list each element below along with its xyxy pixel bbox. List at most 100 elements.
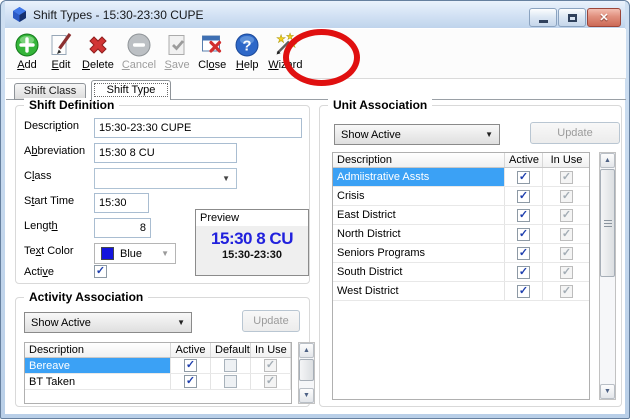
- maximize-button[interactable]: [558, 8, 586, 27]
- table-row[interactable]: North District ✓ ✓: [333, 225, 589, 244]
- edit-label: Edit: [52, 59, 71, 71]
- column-header[interactable]: Description: [25, 343, 171, 357]
- table-row[interactable]: BT Taken ✓ ✓: [25, 374, 291, 390]
- active-label: Active: [24, 266, 54, 278]
- close-button[interactable]: ✕: [587, 8, 621, 27]
- text-color-select[interactable]: Blue ▼: [94, 243, 176, 264]
- checkbox-cell: ✓: [505, 225, 543, 243]
- delete-button[interactable]: Delete: [79, 32, 117, 76]
- active-checkbox[interactable]: ✓: [517, 285, 530, 298]
- active-checkbox[interactable]: ✓: [517, 247, 530, 260]
- scroll-up-icon[interactable]: ▲: [600, 153, 615, 168]
- activity-scrollbar[interactable]: ▲ ▼: [298, 342, 315, 404]
- column-header[interactable]: In Use: [251, 343, 291, 357]
- tab-shift-type[interactable]: Shift Type: [91, 80, 171, 100]
- scrollbar-thumb[interactable]: [600, 169, 615, 277]
- unit-scrollbar[interactable]: ▲ ▼: [599, 152, 616, 400]
- unit-association-title: Unit Association: [328, 98, 432, 112]
- checkbox-cell: [211, 358, 251, 373]
- in-use-checkbox[interactable]: ✓: [560, 171, 573, 184]
- row-description[interactable]: Crisis: [333, 187, 505, 205]
- in-use-checkbox[interactable]: ✓: [560, 285, 573, 298]
- row-description[interactable]: South District: [333, 263, 505, 281]
- unit-table: DescriptionActiveIn UseAdmiistrative Ass…: [332, 152, 590, 400]
- active-checkbox[interactable]: ✓: [94, 265, 107, 278]
- checkbox-cell: ✓: [505, 187, 543, 205]
- active-checkbox[interactable]: ✓: [517, 266, 530, 279]
- save-button[interactable]: Save: [161, 32, 193, 76]
- table-row[interactable]: Admiistrative Assts ✓ ✓: [333, 168, 589, 187]
- in-use-checkbox[interactable]: ✓: [560, 266, 573, 279]
- abbreviation-input[interactable]: [94, 143, 237, 163]
- in-use-checkbox[interactable]: ✓: [560, 209, 573, 222]
- in-use-checkbox[interactable]: ✓: [560, 228, 573, 241]
- minimize-button[interactable]: [529, 8, 557, 27]
- row-description[interactable]: Admiistrative Assts: [333, 168, 505, 186]
- preview-label: Preview: [196, 210, 308, 226]
- save-icon: [164, 32, 190, 58]
- row-description[interactable]: BT Taken: [25, 374, 171, 389]
- unit-filter-select[interactable]: Show Active ▼: [334, 124, 500, 145]
- color-swatch: [101, 247, 114, 260]
- active-checkbox[interactable]: ✓: [517, 209, 530, 222]
- add-button[interactable]: Add: [11, 32, 43, 76]
- help-label: Help: [236, 59, 259, 71]
- titlebar[interactable]: Shift Types - 15:30-23:30 CUPE ✕: [5, 1, 625, 28]
- edit-button[interactable]: Edit: [45, 32, 77, 76]
- scroll-down-icon[interactable]: ▼: [600, 384, 615, 399]
- maximize-icon: [568, 14, 577, 22]
- add-label: Add: [17, 59, 37, 71]
- row-description[interactable]: West District: [333, 282, 505, 300]
- row-description[interactable]: North District: [333, 225, 505, 243]
- column-header[interactable]: In Use: [543, 153, 590, 167]
- table-row[interactable]: East District ✓ ✓: [333, 206, 589, 225]
- class-select[interactable]: ▼: [94, 168, 237, 189]
- scroll-up-icon[interactable]: ▲: [299, 343, 314, 358]
- table-row[interactable]: Crisis ✓ ✓: [333, 187, 589, 206]
- checkbox-cell: ✓: [505, 168, 543, 186]
- default-checkbox[interactable]: [224, 375, 237, 388]
- row-description[interactable]: Seniors Programs: [333, 244, 505, 262]
- scrollbar-thumb[interactable]: [299, 359, 314, 381]
- checkbox-cell: ✓: [543, 244, 590, 262]
- active-checkbox[interactable]: ✓: [184, 359, 197, 372]
- table-row[interactable]: Seniors Programs ✓ ✓: [333, 244, 589, 263]
- activity-association-group: Activity Association Show Active ▼ Updat…: [15, 297, 310, 407]
- column-header[interactable]: Active: [505, 153, 543, 167]
- table-row[interactable]: West District ✓ ✓: [333, 282, 589, 301]
- checkbox-cell: [211, 374, 251, 389]
- activity-filter-select[interactable]: Show Active ▼: [24, 312, 192, 333]
- column-header[interactable]: Active: [171, 343, 211, 357]
- row-description[interactable]: East District: [333, 206, 505, 224]
- cancel-button[interactable]: Cancel: [119, 32, 159, 76]
- activity-update-button[interactable]: Update: [242, 310, 300, 332]
- length-input[interactable]: [94, 218, 151, 238]
- in-use-checkbox[interactable]: ✓: [264, 375, 277, 388]
- checkbox-cell: ✓: [171, 358, 211, 373]
- edit-icon: [48, 32, 74, 58]
- scroll-down-icon[interactable]: ▼: [299, 388, 314, 403]
- row-description[interactable]: Bereave: [25, 358, 171, 373]
- wizard-button[interactable]: ★ ★ ★ Wizard: [265, 32, 305, 76]
- unit-update-button[interactable]: Update: [530, 122, 620, 144]
- start-time-input[interactable]: [94, 193, 149, 213]
- column-header[interactable]: Description: [333, 153, 505, 167]
- in-use-checkbox[interactable]: ✓: [264, 359, 277, 372]
- toolbar-close-button[interactable]: Close: [195, 32, 229, 76]
- in-use-checkbox[interactable]: ✓: [560, 247, 573, 260]
- table-row[interactable]: South District ✓ ✓: [333, 263, 589, 282]
- activity-filter-value: Show Active: [31, 317, 91, 329]
- in-use-checkbox[interactable]: ✓: [560, 190, 573, 203]
- help-button[interactable]: ? Help: [231, 32, 263, 76]
- description-input[interactable]: [94, 118, 302, 138]
- default-checkbox[interactable]: [224, 359, 237, 372]
- column-header[interactable]: Default: [211, 343, 251, 357]
- active-checkbox[interactable]: ✓: [517, 228, 530, 241]
- active-checkbox[interactable]: ✓: [517, 171, 530, 184]
- checkbox-cell: ✓: [543, 263, 590, 281]
- active-checkbox[interactable]: ✓: [184, 375, 197, 388]
- active-checkbox[interactable]: ✓: [517, 190, 530, 203]
- length-label: Length: [24, 220, 58, 232]
- checkbox-cell: ✓: [505, 282, 543, 300]
- table-row[interactable]: Bereave ✓ ✓: [25, 358, 291, 374]
